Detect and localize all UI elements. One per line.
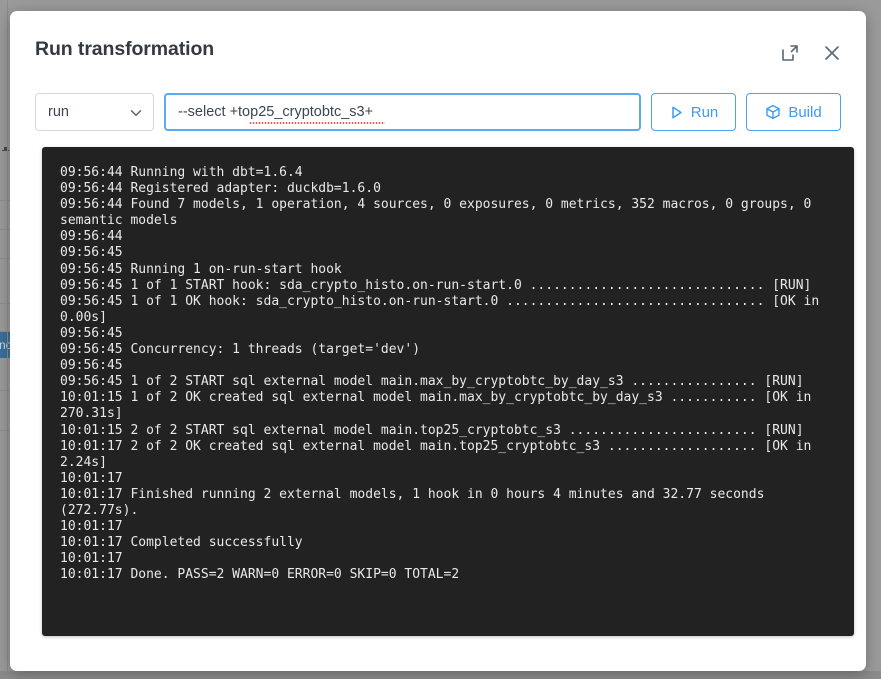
command-select[interactable]: runbuildtestseedsnapshotcompiledocs bbox=[35, 93, 154, 131]
command-select-wrapper: runbuildtestseedsnapshotcompiledocs bbox=[35, 93, 154, 131]
console-line: 10:01:17 Done. PASS=2 WARN=0 ERROR=0 SKI… bbox=[60, 567, 460, 583]
background-selected-sidebar-item[interactable]: no bbox=[0, 332, 10, 358]
console-line: 10:01:17 bbox=[60, 519, 131, 535]
console-line: 10:01:17 Completed successfully bbox=[60, 535, 303, 551]
console-line: 09:56:45 bbox=[60, 358, 131, 374]
console-line: 09:56:45 Running 1 on-run-start hook bbox=[60, 261, 342, 277]
console-line: 10:01:17 bbox=[60, 551, 131, 567]
console-line: 09:56:44 Found 7 models, 1 operation, 4 … bbox=[60, 197, 820, 229]
console-line: 09:56:44 bbox=[60, 229, 131, 245]
play-icon bbox=[669, 105, 684, 120]
console-line: 09:56:45 bbox=[60, 245, 131, 261]
console-line: 09:56:45 Concurrency: 1 threads (target=… bbox=[60, 342, 421, 358]
close-icon[interactable] bbox=[819, 40, 845, 66]
build-button[interactable]: Build bbox=[746, 93, 841, 131]
args-input[interactable] bbox=[164, 93, 641, 131]
console-line: 10:01:17 Finished running 2 external mod… bbox=[60, 486, 773, 518]
background-row-divider bbox=[0, 258, 10, 259]
console-line: 10:01:17 bbox=[60, 470, 131, 486]
background-bottom-strip bbox=[0, 671, 881, 679]
console-line: 10:01:15 2 of 2 START sql external model… bbox=[60, 422, 804, 438]
run-button[interactable]: Run bbox=[651, 93, 736, 131]
build-button-label: Build bbox=[788, 103, 822, 121]
background-row-divider bbox=[0, 390, 10, 391]
console-line: 09:56:45 1 of 1 OK hook: sda_crypto_hist… bbox=[60, 293, 828, 325]
background-row-divider bbox=[0, 229, 10, 230]
run-transformation-dialog: Run transformation runbuildtestseedsnaps… bbox=[10, 11, 866, 671]
background-vertical-divider bbox=[7, 0, 8, 679]
run-button-label: Run bbox=[690, 103, 719, 121]
console-line: 09:56:45 1 of 1 START hook: sda_crypto_h… bbox=[60, 277, 812, 293]
cube-icon bbox=[765, 104, 781, 120]
dialog-header: Run transformation bbox=[10, 11, 866, 83]
console-line: 10:01:17 2 of 2 OK created sql external … bbox=[60, 438, 820, 470]
console-output-panel[interactable]: 09:56:44 Running with dbt=1.6.4 09:56:44 … bbox=[42, 147, 854, 636]
background-row-divider bbox=[0, 303, 10, 304]
console-line: 09:56:45 bbox=[60, 325, 131, 341]
console-line: 10:01:15 1 of 2 OK created sql external … bbox=[60, 390, 820, 422]
console-line: 09:56:44 Registered adapter: duckdb=1.6.… bbox=[60, 181, 381, 197]
console-line: 09:56:45 1 of 2 START sql external model… bbox=[60, 374, 804, 390]
dialog-toolbar: runbuildtestseedsnapshotcompiledocs Ru bbox=[10, 83, 866, 141]
popout-icon[interactable] bbox=[777, 40, 803, 66]
background-row-divider bbox=[0, 430, 10, 431]
dialog-header-actions bbox=[777, 40, 845, 66]
console-line: 09:56:44 Running with dbt=1.6.4 bbox=[60, 165, 303, 180]
dialog-title: Run transformation bbox=[35, 38, 215, 60]
console-output-text: 09:56:44 Running with dbt=1.6.4 09:56:44 … bbox=[42, 147, 854, 597]
background-row-divider bbox=[0, 200, 10, 201]
args-input-wrapper bbox=[164, 93, 641, 131]
